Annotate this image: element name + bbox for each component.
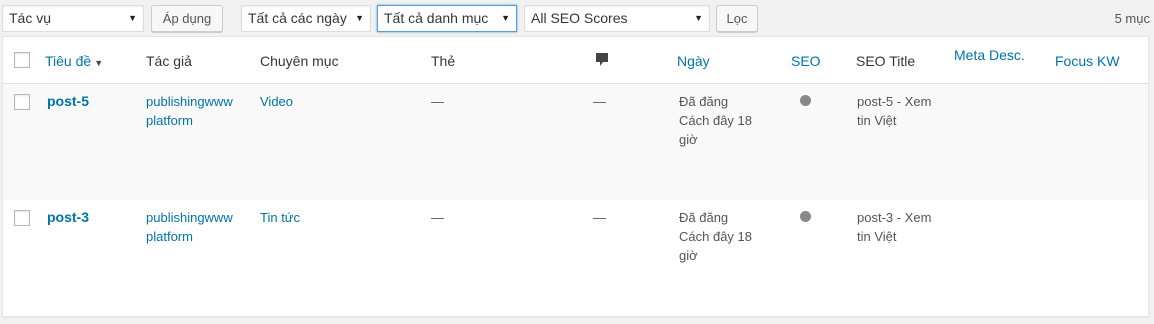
date-value: Đã đăng Cách đây 18 giờ bbox=[679, 92, 752, 149]
date-filter-select[interactable]: Tất cả các ngày ▼ bbox=[241, 5, 371, 32]
column-tags: Thẻ bbox=[431, 53, 456, 69]
author-line-1: publishingwww bbox=[146, 94, 233, 109]
table-header: Tiêu đề ▼ Tác giả Chuyên mục Thẻ Ngày SEO… bbox=[3, 37, 1148, 84]
post-title-link[interactable]: post-3 bbox=[47, 208, 89, 227]
date-unit: giờ bbox=[679, 248, 698, 263]
category-filter-value: Tất cả danh mục bbox=[384, 10, 489, 26]
author-link[interactable]: publishingwww platform bbox=[146, 208, 233, 246]
posts-table: Tiêu đề ▼ Tác giả Chuyên mục Thẻ Ngày SEO… bbox=[2, 36, 1149, 317]
seo-title-value: post-3 - Xem tin Việt bbox=[857, 208, 931, 246]
sort-down-icon: ▼ bbox=[94, 58, 104, 68]
bulk-action-value: Tác vụ bbox=[9, 10, 52, 26]
seo-title-line-1: post-5 - Xem bbox=[857, 94, 932, 109]
column-seo-title: SEO Title bbox=[856, 53, 916, 69]
category-link[interactable]: Video bbox=[260, 92, 293, 111]
column-category: Chuyên mục bbox=[260, 53, 339, 69]
seo-title-value: post-5 - Xem tin Việt bbox=[857, 92, 931, 130]
comment-bubble-icon[interactable] bbox=[595, 52, 609, 70]
row-checkbox[interactable] bbox=[14, 210, 30, 226]
date-filter-value: Tất cả các ngày bbox=[248, 10, 347, 26]
select-all-checkbox[interactable] bbox=[14, 52, 30, 68]
tags-value: — bbox=[431, 94, 444, 109]
column-focus-kw[interactable]: Focus KW bbox=[1055, 53, 1120, 69]
column-seo[interactable]: SEO bbox=[791, 53, 821, 69]
seo-score-filter-select[interactable]: All SEO Scores ▼ bbox=[524, 5, 710, 32]
column-title-label: Tiêu đề bbox=[45, 53, 92, 69]
author-line-1: publishingwww bbox=[146, 210, 233, 225]
author-link[interactable]: publishingwww platform bbox=[146, 92, 233, 130]
date-status: Đã đăng bbox=[679, 94, 729, 109]
column-author: Tác giả bbox=[146, 53, 192, 69]
category-filter-select[interactable]: Tất cả danh mục ▼ bbox=[377, 5, 517, 32]
column-title[interactable]: Tiêu đề ▼ bbox=[45, 53, 103, 69]
comments-value: — bbox=[593, 210, 606, 225]
date-relative: Cách đây 18 bbox=[679, 113, 752, 128]
author-line-2: platform bbox=[146, 113, 193, 128]
chevron-down-icon: ▼ bbox=[128, 13, 137, 23]
filter-button[interactable]: Lọc bbox=[716, 5, 758, 32]
bulk-action-select[interactable]: Tác vụ ▼ bbox=[2, 5, 144, 32]
chevron-down-icon: ▼ bbox=[355, 13, 364, 23]
item-count: 5 mục bbox=[1114, 11, 1150, 26]
table-row: post-5 publishingwww platform Video — — … bbox=[3, 84, 1148, 200]
apply-button[interactable]: Áp dụng bbox=[151, 5, 223, 32]
chevron-down-icon: ▼ bbox=[694, 13, 703, 23]
category-link[interactable]: Tin tức bbox=[260, 208, 300, 227]
post-title-link[interactable]: post-5 bbox=[47, 92, 89, 111]
seo-score-icon bbox=[800, 211, 811, 222]
seo-score-icon bbox=[800, 95, 811, 106]
column-date[interactable]: Ngày bbox=[677, 53, 710, 69]
date-value: Đã đăng Cách đây 18 giờ bbox=[679, 208, 752, 265]
row-checkbox[interactable] bbox=[14, 94, 30, 110]
seo-score-filter-value: All SEO Scores bbox=[531, 10, 628, 26]
author-line-2: platform bbox=[146, 229, 193, 244]
date-unit: giờ bbox=[679, 132, 698, 147]
date-relative: Cách đây 18 bbox=[679, 229, 752, 244]
seo-title-line-2: tin Việt bbox=[857, 229, 897, 244]
seo-title-line-1: post-3 - Xem bbox=[857, 210, 932, 225]
column-meta-desc[interactable]: Meta Desc. bbox=[954, 47, 1025, 63]
tags-value: — bbox=[431, 210, 444, 225]
comments-value: — bbox=[593, 94, 606, 109]
table-row: post-3 publishingwww platform Tin tức — … bbox=[3, 200, 1148, 316]
date-status: Đã đăng bbox=[679, 210, 729, 225]
chevron-down-icon: ▼ bbox=[501, 13, 510, 23]
seo-title-line-2: tin Việt bbox=[857, 113, 897, 128]
